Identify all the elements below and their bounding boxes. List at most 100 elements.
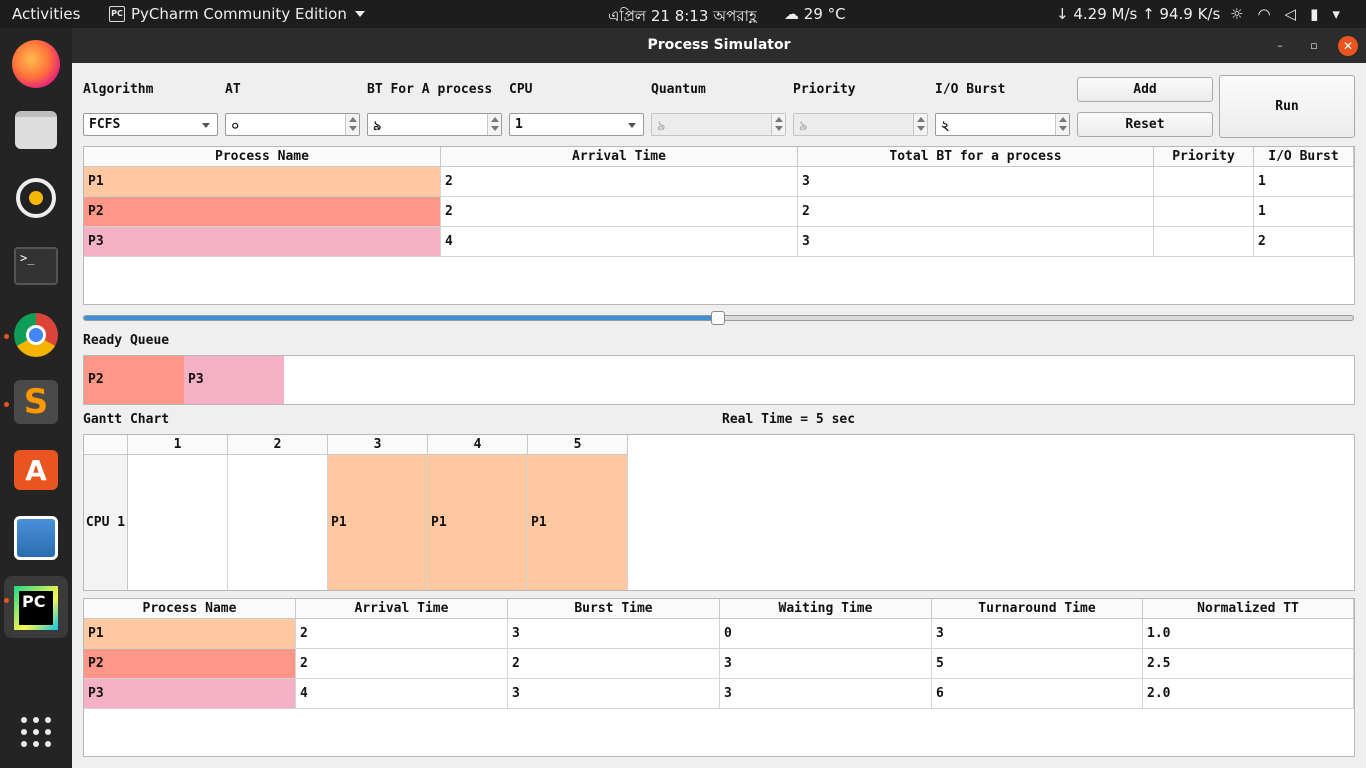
burst-time-cell[interactable]: 3 — [798, 167, 1154, 197]
arrival-time-cell[interactable]: 2 — [441, 197, 798, 227]
gantt-cell[interactable]: P1 — [428, 455, 528, 590]
bt-spinbox[interactable]: ৯ — [367, 113, 502, 136]
io-burst-cell[interactable]: 1 — [1254, 197, 1354, 227]
normalized-tt-cell[interactable]: 2.5 — [1143, 649, 1354, 679]
process-name-cell[interactable]: P3 — [84, 227, 441, 257]
cpu-label: CPU — [509, 82, 533, 97]
arrival-time-cell[interactable]: 2 — [296, 619, 508, 649]
turnaround-time-cell[interactable]: 3 — [932, 619, 1143, 649]
gantt-cell[interactable] — [228, 455, 328, 590]
process-name-cell[interactable]: P1 — [84, 167, 441, 197]
normalized-tt-cell[interactable]: 2.0 — [1143, 679, 1354, 709]
priority-cell[interactable] — [1154, 167, 1254, 197]
column-header[interactable]: Arrival Time — [296, 599, 508, 619]
wifi-icon[interactable]: ◠ — [1257, 5, 1270, 23]
minimize-button[interactable]: – — [1270, 36, 1290, 56]
column-header[interactable]: Process Name — [84, 599, 296, 619]
burst-time-cell[interactable]: 2 — [798, 197, 1154, 227]
gantt-cell[interactable] — [128, 455, 228, 590]
rhythmbox-icon[interactable] — [12, 174, 60, 222]
app-menu-label: PyCharm Community Edition — [131, 5, 347, 23]
waiting-time-cell[interactable]: 3 — [720, 649, 932, 679]
process-name-cell[interactable]: P2 — [84, 649, 296, 679]
column-header[interactable]: Waiting Time — [720, 599, 932, 619]
priority-cell[interactable] — [1154, 197, 1254, 227]
spin-up-icon[interactable] — [491, 117, 499, 122]
window-title: Process Simulator — [647, 37, 791, 53]
gantt-chart[interactable]: 1 2 3 4 5 CPU 1 P1 P1 P1 — [83, 434, 1355, 591]
brightness-icon[interactable]: ☼ — [1230, 5, 1243, 23]
clock[interactable]: এপ্রিল 21 8:13 অপরাহ্ণ — [608, 5, 757, 30]
spin-arrows[interactable] — [487, 114, 501, 135]
process-name-cell[interactable]: P2 — [84, 197, 441, 227]
results-table[interactable]: Process Name Arrival Time Burst Time Wai… — [83, 598, 1355, 757]
waiting-time-cell[interactable]: 0 — [720, 619, 932, 649]
battery-icon[interactable]: ▮ — [1310, 5, 1318, 23]
spin-down-icon[interactable] — [491, 126, 499, 131]
waiting-time-cell[interactable]: 3 — [720, 679, 932, 709]
network-speed-indicator[interactable]: ↓ 4.29 M/s ↑ 94.9 K/s — [1056, 5, 1220, 23]
reset-button[interactable]: Reset — [1077, 112, 1213, 137]
weather-indicator[interactable]: ☁ 29 °C — [784, 5, 846, 23]
cpu-select[interactable]: 1 — [509, 113, 644, 136]
pycharm-icon[interactable]: PC — [12, 584, 60, 632]
timeline-slider-handle[interactable] — [710, 311, 725, 325]
spin-up-icon[interactable] — [1059, 117, 1067, 122]
show-applications-icon[interactable] — [12, 708, 60, 756]
software-store-icon[interactable]: A — [12, 446, 60, 494]
spin-up-icon[interactable] — [349, 117, 357, 122]
column-header[interactable]: Normalized TT — [1143, 599, 1354, 619]
maximize-button[interactable]: ▫ — [1304, 36, 1324, 56]
spin-arrows[interactable] — [1055, 114, 1069, 135]
run-button[interactable]: Run — [1219, 75, 1355, 138]
arrival-time-cell[interactable]: 2 — [296, 649, 508, 679]
algorithm-select[interactable]: FCFS — [83, 113, 218, 136]
add-button[interactable]: Add — [1077, 77, 1213, 102]
gantt-cell[interactable]: P1 — [528, 455, 628, 590]
turnaround-time-cell[interactable]: 6 — [932, 679, 1143, 709]
window-titlebar[interactable]: Process Simulator – ▫ ✕ — [72, 28, 1366, 63]
burst-time-cell[interactable]: 3 — [508, 679, 720, 709]
spin-up-icon — [775, 117, 783, 122]
at-spinbox[interactable]: ০ — [225, 113, 360, 136]
sublime-text-icon[interactable]: S — [12, 378, 60, 426]
burst-time-cell[interactable]: 3 — [798, 227, 1154, 257]
priority-cell[interactable] — [1154, 227, 1254, 257]
menu-caret-icon[interactable]: ▾ — [1332, 5, 1340, 23]
io-burst-spinbox[interactable]: ২ — [935, 113, 1070, 136]
image-viewer-icon[interactable] — [12, 514, 60, 562]
column-header[interactable]: Priority — [1154, 147, 1254, 167]
process-name-cell[interactable]: P3 — [84, 679, 296, 709]
system-tray[interactable]: ☼ ◠ ◁ ▮ ▾ — [1230, 5, 1340, 23]
close-button[interactable]: ✕ — [1338, 36, 1358, 56]
process-name-cell[interactable]: P1 — [84, 619, 296, 649]
arrival-time-cell[interactable]: 4 — [441, 227, 798, 257]
column-header[interactable]: Turnaround Time — [932, 599, 1143, 619]
activities-button[interactable]: Activities — [12, 5, 80, 23]
files-icon[interactable] — [12, 106, 60, 154]
burst-time-cell[interactable]: 3 — [508, 619, 720, 649]
process-table[interactable]: Process Name Arrival Time Total BT for a… — [83, 146, 1355, 305]
column-header[interactable]: Total BT for a process — [798, 147, 1154, 167]
column-header[interactable]: Process Name — [84, 147, 441, 167]
volume-icon[interactable]: ◁ — [1285, 5, 1297, 23]
io-burst-cell[interactable]: 2 — [1254, 227, 1354, 257]
io-burst-cell[interactable]: 1 — [1254, 167, 1354, 197]
column-header[interactable]: Arrival Time — [441, 147, 798, 167]
spin-arrows[interactable] — [345, 114, 359, 135]
arrival-time-cell[interactable]: 4 — [296, 679, 508, 709]
bt-label: BT For A process — [367, 82, 493, 97]
normalized-tt-cell[interactable]: 1.0 — [1143, 619, 1354, 649]
firefox-icon[interactable] — [12, 40, 60, 88]
turnaround-time-cell[interactable]: 5 — [932, 649, 1143, 679]
burst-time-cell[interactable]: 2 — [508, 649, 720, 679]
chrome-icon[interactable] — [12, 311, 60, 359]
column-header[interactable]: I/O Burst — [1254, 147, 1354, 167]
column-header[interactable]: Burst Time — [508, 599, 720, 619]
arrival-time-cell[interactable]: 2 — [441, 167, 798, 197]
app-menu[interactable]: PC PyCharm Community Edition — [109, 5, 365, 23]
terminal-icon[interactable]: >_ — [12, 242, 60, 290]
spin-down-icon[interactable] — [1059, 126, 1067, 131]
gantt-cell[interactable]: P1 — [328, 455, 428, 590]
spin-down-icon[interactable] — [349, 126, 357, 131]
